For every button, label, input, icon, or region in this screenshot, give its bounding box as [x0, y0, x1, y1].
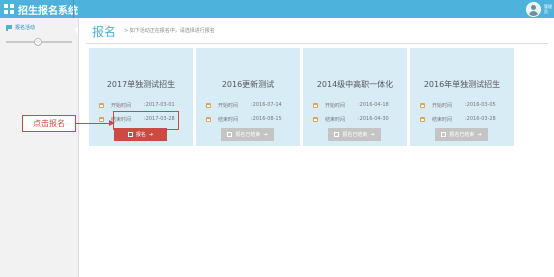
top-bar: 招生报名系统 管理 员: [0, 0, 554, 18]
end-time-row: 结束时间 :2016-04-30: [313, 115, 389, 123]
arrow-right-icon: ➜: [370, 131, 375, 138]
start-time-label: 开始时间: [432, 102, 453, 109]
end-time-value: :2016-03-28: [465, 116, 496, 122]
edit-icon: [334, 132, 340, 137]
calendar-icon: [420, 102, 425, 108]
divider: [86, 43, 548, 44]
registration-closed-button[interactable]: 报名已结束 ➜: [221, 128, 274, 141]
edit-icon: [227, 132, 233, 137]
end-time-value: :2016-04-30: [358, 116, 389, 122]
register-button-label: 报名: [135, 132, 146, 138]
calendar-icon: [99, 116, 104, 122]
registration-closed-label: 报名已结束: [449, 132, 475, 138]
start-time-row: 开始时间 :2016-07-14: [206, 101, 282, 109]
user-name: 管理 员: [544, 4, 552, 14]
activity-card: 2017单独测试招生 开始时间 :2017-03-01 结束时间 :2017-0…: [89, 48, 193, 146]
calendar-icon: [206, 102, 211, 108]
calendar-icon: [420, 116, 425, 122]
arrow-right-icon: ➜: [263, 131, 268, 138]
app-title: 招生报名系统: [18, 5, 78, 17]
calendar-icon: [313, 102, 318, 108]
brand-divider: [73, 0, 74, 18]
end-time-value: :2016-08-15: [251, 116, 282, 122]
card-title: 2016年单独测试招生: [423, 80, 501, 89]
start-time-row: 开始时间 :2016-04-18: [313, 101, 389, 109]
activity-card: 2016更新测试 开始时间 :2016-07-14 结束时间 :2016-08-…: [196, 48, 300, 146]
annotation-highlight-box: [113, 111, 179, 130]
registration-closed-label: 报名已结束: [342, 132, 368, 138]
edit-icon: [127, 132, 133, 137]
start-time-row: 开始时间 :2016-03-05: [420, 101, 496, 109]
card-title: 2017单独测试招生: [106, 80, 176, 89]
edit-icon: [441, 132, 447, 137]
avatar[interactable]: [526, 1, 541, 17]
registration-closed-label: 报名已结束: [235, 132, 261, 138]
registration-closed-button[interactable]: 报名已结束 ➜: [435, 128, 488, 141]
registration-closed-button[interactable]: 报名已结束 ➜: [328, 128, 381, 141]
start-time-value: :2017-03-01: [144, 102, 175, 108]
calendar-icon: [99, 102, 104, 108]
end-time-row: 结束时间 :2016-03-28: [420, 115, 496, 123]
end-time-label: 结束时间: [218, 116, 239, 123]
card-title: 2014级中高职一体化: [316, 80, 394, 89]
start-time-label: 开始时间: [111, 102, 132, 109]
start-time-value: :2016-07-14: [251, 102, 282, 108]
page-title: 报名: [92, 25, 117, 39]
grid-icon: [4, 4, 14, 14]
flag-icon: [6, 24, 12, 31]
start-time-row: 开始时间 :2017-03-01: [99, 101, 175, 109]
end-time-label: 结束时间: [432, 116, 453, 123]
annotation-callout: 点击报名: [22, 115, 76, 132]
arrow-right-icon: ➜: [148, 131, 154, 138]
activity-card: 2014级中高职一体化 开始时间 :2016-04-18 结束时间 :2016-…: [303, 48, 407, 146]
sidebar-collapse-toggle[interactable]: ‹›: [34, 38, 42, 46]
end-time-label: 结束时间: [325, 116, 346, 123]
start-time-value: :2016-03-05: [465, 102, 496, 108]
page-subtitle: > 如下活动正在报名中，请选择进行报名: [124, 28, 215, 34]
active-indicator: [74, 26, 78, 34]
start-time-value: :2016-04-18: [358, 102, 389, 108]
main-content: 报名 > 如下活动正在报名中，请选择进行报名 2017单独测试招生 开始时间 :…: [80, 18, 554, 277]
end-time-row: 结束时间 :2016-08-15: [206, 115, 282, 123]
sidebar: 报名活动 ‹›: [0, 18, 79, 277]
arrow-right-icon: ➜: [477, 131, 482, 138]
activity-card: 2016年单独测试招生 开始时间 :2016-03-05 结束时间 :2016-…: [410, 48, 514, 146]
app-brand[interactable]: 招生报名系统: [4, 2, 78, 17]
start-time-label: 开始时间: [218, 102, 239, 109]
user-name-line2: 员: [544, 9, 548, 14]
card-title: 2016更新测试: [221, 80, 275, 89]
sidebar-item-registration[interactable]: 报名活动: [0, 20, 78, 35]
calendar-icon: [206, 116, 211, 122]
start-time-label: 开始时间: [325, 102, 346, 109]
user-menu[interactable]: 管理 员: [526, 0, 552, 18]
sidebar-item-label: 报名活动: [15, 25, 36, 31]
calendar-icon: [313, 116, 318, 122]
